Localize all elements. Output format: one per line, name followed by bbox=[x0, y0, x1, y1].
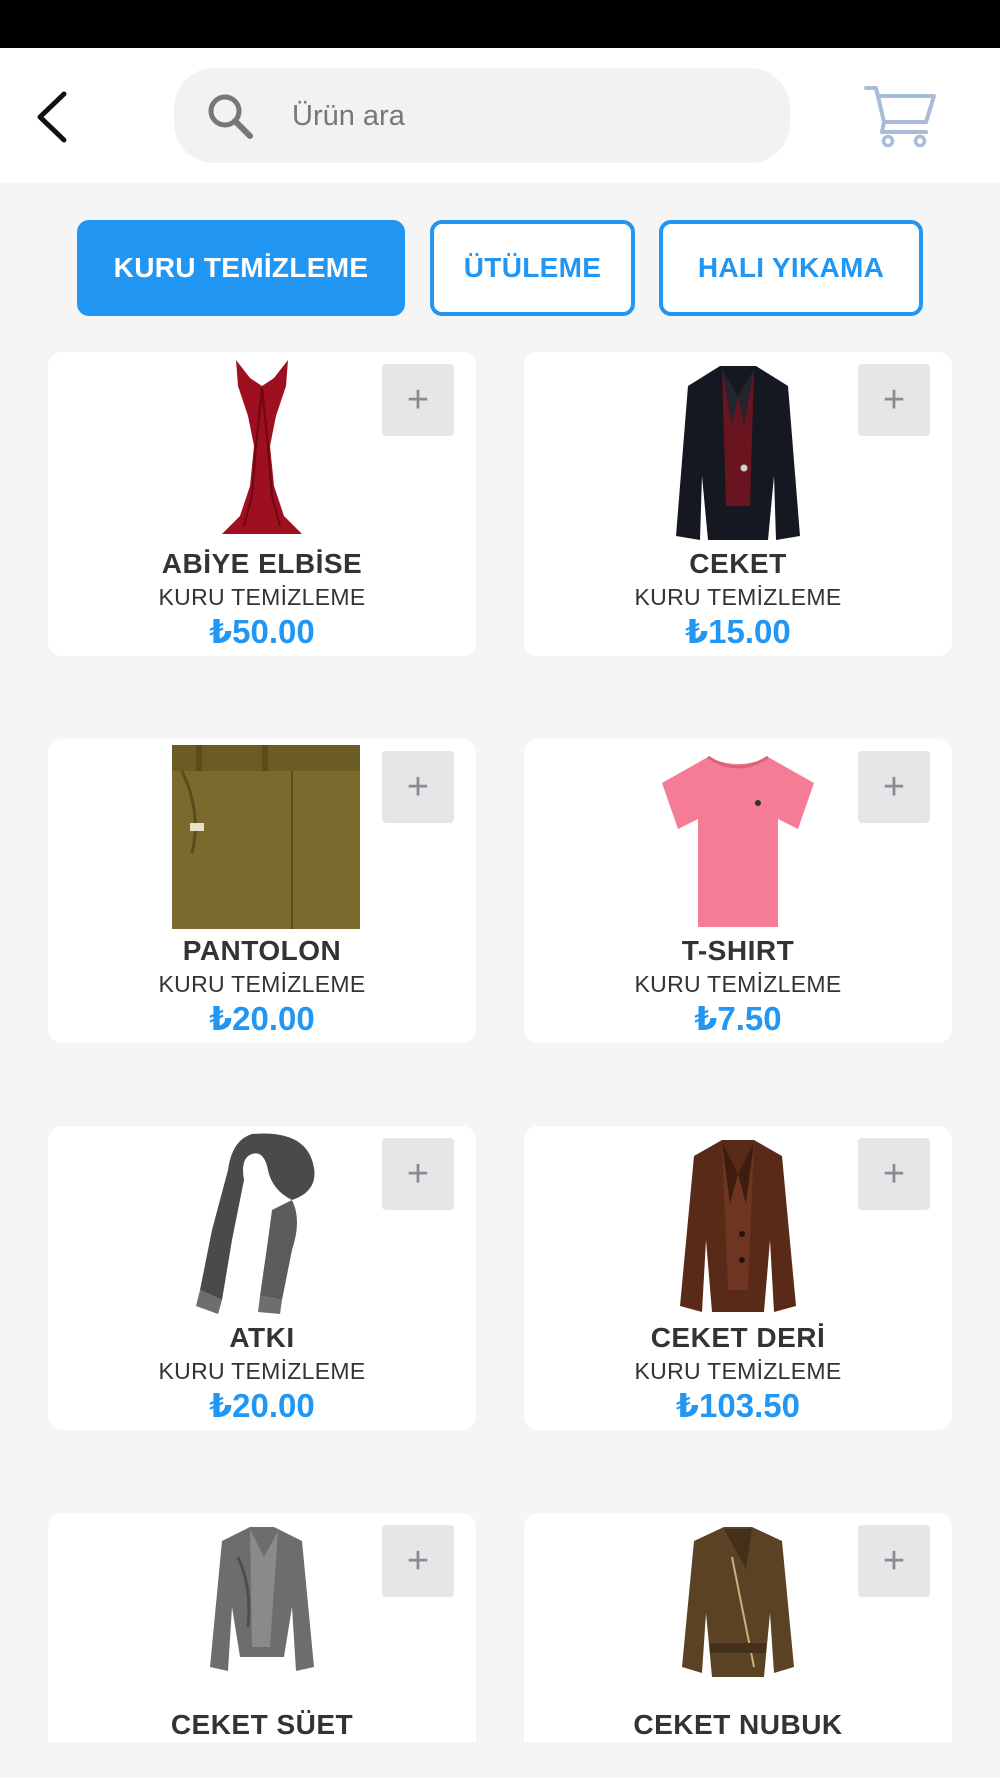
product-card[interactable]: + CEKET KURU TEMİZLEME ₺15.00 bbox=[524, 352, 952, 656]
product-name: CEKET SÜET bbox=[170, 1709, 354, 1740]
add-to-cart-button[interactable]: + bbox=[858, 1138, 930, 1210]
product-card[interactable]: + CEKET NUBUK bbox=[524, 1513, 952, 1742]
product-name: ATKI bbox=[229, 1322, 295, 1353]
product-category: KURU TEMİZLEME bbox=[634, 1358, 842, 1384]
product-card[interactable]: + PANTOLON KURU TEMİZLEME ₺20.00 bbox=[48, 739, 476, 1043]
add-to-cart-button[interactable]: + bbox=[382, 751, 454, 823]
product-card[interactable]: + ATKI KURU TEMİZLEME ₺20.00 bbox=[48, 1126, 476, 1430]
search-input[interactable] bbox=[290, 88, 754, 145]
add-to-cart-button[interactable]: + bbox=[382, 1525, 454, 1597]
cart-icon bbox=[864, 86, 936, 148]
product-card[interactable]: + T-SHIRT KURU TEMİZLEME ₺7.50 bbox=[524, 739, 952, 1043]
product-category: KURU TEMİZLEME bbox=[158, 1358, 366, 1384]
add-to-cart-button[interactable]: + bbox=[858, 751, 930, 823]
add-to-cart-button[interactable]: + bbox=[858, 364, 930, 436]
product-name: CEKET bbox=[689, 548, 787, 579]
product-price: ₺7.50 bbox=[694, 1000, 782, 1037]
product-price: ₺20.00 bbox=[209, 1387, 315, 1424]
product-name: T-SHIRT bbox=[681, 935, 795, 966]
add-to-cart-button[interactable]: + bbox=[382, 1138, 454, 1210]
header bbox=[0, 48, 1000, 183]
product-price: ₺50.00 bbox=[209, 613, 315, 650]
back-button[interactable] bbox=[30, 90, 78, 144]
product-card[interactable]: + CEKET SÜET bbox=[48, 1513, 476, 1742]
product-name: CEKET NUBUK bbox=[633, 1709, 843, 1740]
product-category: KURU TEMİZLEME bbox=[634, 971, 842, 997]
product-name: ABİYE ELBİSE bbox=[161, 548, 363, 579]
suede-jacket-image bbox=[210, 1527, 314, 1671]
trousers-image bbox=[172, 745, 360, 929]
tab-hali-yikama[interactable]: HALI YIKAMA bbox=[659, 220, 923, 316]
product-grid: + ABİYE ELBİSE KURU TEMİZLEME ₺50.00 + C… bbox=[0, 352, 1000, 1742]
product-price: ₺103.50 bbox=[676, 1387, 800, 1424]
cart-button[interactable] bbox=[862, 82, 938, 148]
search-bar[interactable] bbox=[174, 68, 790, 163]
product-price: ₺15.00 bbox=[685, 613, 791, 650]
evening-dress-image bbox=[222, 360, 302, 534]
product-category: KURU TEMİZLEME bbox=[158, 971, 366, 997]
status-bar bbox=[0, 0, 1000, 48]
add-to-cart-button[interactable]: + bbox=[382, 364, 454, 436]
leather-jacket-image bbox=[680, 1140, 796, 1312]
product-name: PANTOLON bbox=[182, 935, 342, 966]
add-to-cart-button[interactable]: + bbox=[858, 1525, 930, 1597]
product-price: ₺20.00 bbox=[209, 1000, 315, 1037]
tab-kuru-temizleme[interactable]: KURU TEMİZLEME bbox=[77, 220, 405, 316]
tab-utuleme[interactable]: ÜTÜLEME bbox=[430, 220, 635, 316]
category-tabs: KURU TEMİZLEME ÜTÜLEME HALI YIKAMA bbox=[0, 220, 1000, 316]
product-category: KURU TEMİZLEME bbox=[634, 584, 842, 610]
chevron-left-icon bbox=[37, 91, 67, 143]
product-card[interactable]: + ABİYE ELBİSE KURU TEMİZLEME ₺50.00 bbox=[48, 352, 476, 656]
product-card[interactable]: + CEKET DERİ KURU TEMİZLEME ₺103.50 bbox=[524, 1126, 952, 1430]
nubuck-jacket-image bbox=[682, 1527, 794, 1677]
blazer-image bbox=[676, 366, 800, 540]
product-category: KURU TEMİZLEME bbox=[158, 584, 366, 610]
search-icon bbox=[208, 94, 253, 139]
t-shirt-image bbox=[662, 755, 814, 927]
product-name: CEKET DERİ bbox=[650, 1322, 826, 1353]
scarf-image bbox=[196, 1133, 315, 1314]
